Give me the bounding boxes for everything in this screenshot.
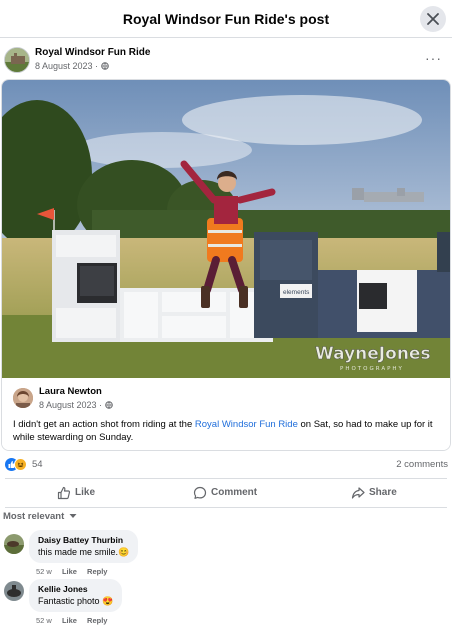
shared-post-text: I didn't get an action shot from riding … bbox=[13, 418, 441, 444]
post-header: Royal Windsor Fun Ride 8 August 2023 · ·… bbox=[0, 44, 452, 76]
comment-time[interactable]: 52 w bbox=[36, 616, 52, 625]
post-meta: 8 August 2023 · bbox=[35, 61, 109, 71]
post-date[interactable]: 8 August 2023 · bbox=[35, 61, 98, 71]
close-button[interactable] bbox=[420, 6, 446, 32]
page-name[interactable]: Royal Windsor Fun Ride bbox=[35, 47, 150, 58]
comment-text-body: this made me smile. bbox=[38, 547, 119, 557]
haha-reaction-icon bbox=[14, 458, 27, 471]
commenter-name[interactable]: Kellie Jones bbox=[38, 584, 113, 594]
reaction-count[interactable]: 54 bbox=[32, 459, 43, 470]
dialog-title: Royal Windsor Fun Ride's post bbox=[122, 11, 330, 27]
comment-icon bbox=[193, 486, 207, 499]
comment-time[interactable]: 52 w bbox=[36, 567, 52, 576]
shared-post-card[interactable]: elements WayneJones PHOTOGRAPHY Laura Ne… bbox=[1, 79, 451, 451]
comment-actions: 52 w Like Reply bbox=[36, 616, 107, 625]
globe-icon bbox=[104, 401, 113, 409]
author-name[interactable]: Laura Newton bbox=[39, 386, 102, 397]
comment-actions: 52 w Like Reply bbox=[36, 567, 107, 576]
comment-text-body: Fantastic photo bbox=[38, 596, 100, 606]
comment-like-button[interactable]: Like bbox=[62, 616, 77, 625]
thumbs-up-icon bbox=[57, 486, 71, 500]
photo-watermark: WayneJones bbox=[315, 344, 431, 364]
close-icon bbox=[427, 13, 439, 25]
shared-post-meta: 8 August 2023 · bbox=[39, 400, 113, 410]
shared-post-body: Laura Newton 8 August 2023 · I didn't ge… bbox=[2, 378, 450, 450]
comment-reply-button[interactable]: Reply bbox=[87, 567, 107, 576]
globe-icon bbox=[100, 62, 109, 70]
author-avatar[interactable] bbox=[13, 388, 33, 408]
post-action-bar: Like Comment Share bbox=[5, 478, 447, 508]
photo-watermark-sub: PHOTOGRAPHY bbox=[340, 366, 404, 372]
comment-like-button[interactable]: Like bbox=[62, 567, 77, 576]
comment-text: Fantastic photo 😍 bbox=[38, 596, 113, 607]
comments-count[interactable]: 2 comments bbox=[396, 459, 448, 470]
page-avatar[interactable] bbox=[4, 47, 30, 73]
comment-sort-label: Most relevant bbox=[3, 511, 65, 522]
more-options-button[interactable]: ··· bbox=[425, 50, 442, 66]
shared-post-date[interactable]: 8 August 2023 · bbox=[39, 400, 102, 410]
comment-reply-button[interactable]: Reply bbox=[87, 616, 107, 625]
post-photo[interactable]: elements WayneJones PHOTOGRAPHY bbox=[2, 80, 450, 378]
heart-eyes-emoji-icon: 😍 bbox=[102, 596, 114, 606]
commenter-name[interactable]: Daisy Battey Thurbin bbox=[38, 535, 129, 545]
comment-bubble: Kellie Jones Fantastic photo 😍 bbox=[29, 579, 123, 612]
commenter-avatar[interactable] bbox=[4, 581, 24, 601]
comment-sort-dropdown[interactable]: Most relevant bbox=[3, 511, 77, 522]
comment-button-label: Comment bbox=[211, 487, 258, 498]
kitchen-brand-label: elements bbox=[283, 289, 310, 296]
share-button-label: Share bbox=[369, 487, 397, 498]
commenter-avatar[interactable] bbox=[4, 534, 24, 554]
smile-emoji-icon: 😊 bbox=[118, 547, 130, 557]
comment-bubble: Daisy Battey Thurbin this made me smile.… bbox=[29, 530, 139, 563]
like-button-label: Like bbox=[75, 487, 96, 498]
page-mention-link[interactable]: Royal Windsor Fun Ride bbox=[195, 419, 298, 430]
dialog-header: Royal Windsor Fun Ride's post bbox=[0, 0, 452, 38]
post-text-part: I didn't get an action shot from riding … bbox=[13, 419, 195, 430]
caret-down-icon bbox=[69, 514, 77, 519]
share-icon bbox=[351, 487, 365, 499]
comment-text: this made me smile.😊 bbox=[38, 547, 129, 558]
